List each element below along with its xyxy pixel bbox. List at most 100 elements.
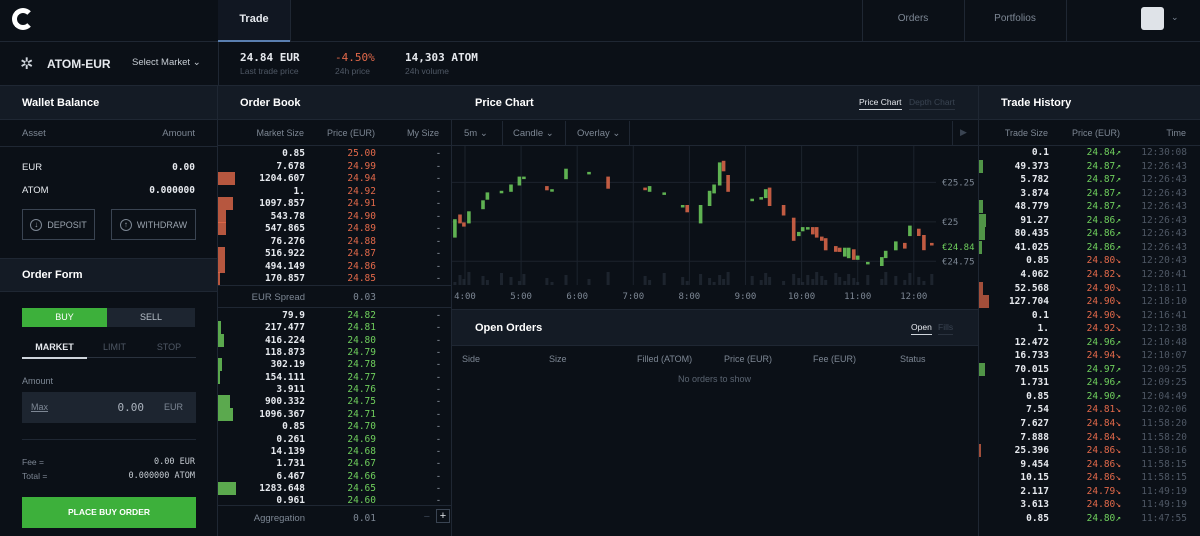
my-size: - xyxy=(436,421,440,433)
wallet-panel: Wallet Balance Asset Amount EUR 0.00 ATO… xyxy=(0,86,218,536)
sell-tab[interactable]: SELL xyxy=(107,308,195,327)
tab-limit[interactable]: LIMIT xyxy=(87,342,142,358)
aggregation-increase-button[interactable]: + xyxy=(436,509,450,523)
ask-row[interactable]: 170.857 24.85 - xyxy=(218,272,452,285)
bid-row[interactable]: 6.467 24.66 - xyxy=(218,470,452,483)
trade-history-title: Trade History xyxy=(1001,97,1072,109)
arrow-down-icon: ↘ xyxy=(1115,431,1121,443)
arrow-up-icon: ↗ xyxy=(1115,228,1121,240)
deposit-button[interactable]: ↓ DEPOSIT xyxy=(22,209,95,240)
ask-row[interactable]: 547.865 24.89 - xyxy=(218,222,452,235)
ask-row[interactable]: 1. 24.92 - xyxy=(218,185,452,198)
coinbase-logo-icon[interactable] xyxy=(12,8,34,30)
ask-row[interactable]: 7.678 24.99 - xyxy=(218,160,452,173)
chevron-down-icon: ⌄ xyxy=(192,57,201,68)
place-buy-order-button[interactable]: PLACE BUY ORDER xyxy=(22,497,196,528)
trade-row: 3.874 24.87↗ 12:26:43 xyxy=(979,187,1200,200)
tab-market[interactable]: MARKET xyxy=(22,342,87,359)
price-value: 24.86 xyxy=(1086,458,1116,470)
tab-fills[interactable]: Fills xyxy=(938,322,954,335)
bid-row[interactable]: 1283.648 24.65 - xyxy=(218,481,452,495)
trade-price: 24.90↘ xyxy=(1087,282,1121,295)
trade-size: 80.435 xyxy=(1014,228,1049,240)
trade-size: 1.731 xyxy=(1020,377,1049,389)
trade-time: 11:49:19 xyxy=(1141,499,1187,511)
arrow-up-icon: ↗ xyxy=(1115,174,1121,186)
interval-dropdown[interactable]: 5m ⌄ xyxy=(464,128,488,139)
trade-history-panel: Trade History Trade Size Price (EUR) Tim… xyxy=(978,86,1200,536)
select-market-dropdown[interactable]: Select Market ⌄ xyxy=(132,57,201,68)
candle xyxy=(866,261,870,265)
arrow-up-icon: ↗ xyxy=(1115,187,1121,199)
bid-row[interactable]: 154.111 24.77 - xyxy=(218,370,452,384)
avatar[interactable] xyxy=(1141,7,1164,30)
size-bar xyxy=(979,362,985,376)
size-bar xyxy=(979,281,984,295)
tab-open[interactable]: Open xyxy=(911,322,932,335)
max-link[interactable]: Max xyxy=(31,402,48,412)
tab-price-chart[interactable]: Price Chart xyxy=(859,97,902,110)
trade-price: 24.94↘ xyxy=(1087,349,1121,362)
trade-row: 0.85 24.80↘ 12:20:43 xyxy=(979,254,1200,267)
ask-row[interactable]: 543.78 24.90 - xyxy=(218,209,452,223)
trade-time: 11:58:15 xyxy=(1141,458,1187,470)
trade-price: 24.90↗ xyxy=(1087,390,1121,403)
nav-portfolios[interactable]: Portfolios xyxy=(964,0,1066,38)
bid-row[interactable]: 302.19 24.78 - xyxy=(218,358,452,372)
tab-trade[interactable]: Trade xyxy=(218,0,290,42)
bid-row[interactable]: 900.332 24.75 - xyxy=(218,395,452,409)
play-icon[interactable]: ▶ xyxy=(960,127,967,138)
withdraw-button[interactable]: ↑ WITHDRAW xyxy=(111,209,196,240)
bid-row[interactable]: 14.139 24.68 - xyxy=(218,445,452,458)
price: 24.82 xyxy=(347,310,376,321)
trade-size: 7.627 xyxy=(1020,418,1049,429)
trade-time: 12:26:43 xyxy=(1141,214,1187,226)
price-value: 24.86 xyxy=(1086,472,1116,484)
volume-bar xyxy=(681,277,685,285)
buy-tab[interactable]: BUY xyxy=(22,308,107,327)
ask-row[interactable]: 494.149 24.86 - xyxy=(218,259,452,273)
bid-row[interactable]: 118.873 24.79 - xyxy=(218,346,452,359)
bid-row[interactable]: 3.911 24.76 - xyxy=(218,383,452,396)
overlay-dropdown[interactable]: Overlay ⌄ xyxy=(577,128,620,139)
price: 24.86 xyxy=(347,260,376,272)
order-book-panel: Order Book Market Size Price (EUR) My Si… xyxy=(218,86,452,536)
bid-row[interactable]: 1096.367 24.71 - xyxy=(218,407,452,421)
trade-price: 24.86↗ xyxy=(1087,214,1121,227)
market-size: 1283.648 xyxy=(259,482,305,494)
tab-depth-chart[interactable]: Depth Chart xyxy=(909,97,955,110)
x-tick-label: 6:00 xyxy=(566,292,588,302)
open-orders-title: Open Orders xyxy=(475,322,543,334)
trade-price: 24.86↗ xyxy=(1087,227,1121,240)
chart-type-dropdown[interactable]: Candle ⌄ xyxy=(513,128,554,139)
ask-row[interactable]: 1204.607 24.94 - xyxy=(218,172,452,185)
y-tick-label: €24.75 xyxy=(942,257,975,267)
candle xyxy=(922,235,926,251)
bid-row[interactable]: 0.261 24.69 - xyxy=(218,433,452,446)
ask-row[interactable]: 76.276 24.88 - xyxy=(218,235,452,248)
arrow-down-icon: ↘ xyxy=(1115,350,1121,362)
bid-row[interactable]: 1.731 24.67 - xyxy=(218,457,452,470)
candle xyxy=(800,227,805,232)
bid-row[interactable]: 79.9 24.82 - xyxy=(218,309,452,322)
bid-row[interactable]: 0.85 24.70 - xyxy=(218,420,452,433)
price-value: 24.87 xyxy=(1086,187,1116,199)
arrow-up-icon: ↗ xyxy=(1115,147,1121,158)
ask-row[interactable]: 516.922 24.87 - xyxy=(218,247,452,260)
nav-orders[interactable]: Orders xyxy=(862,0,964,38)
chevron-down-icon[interactable]: ⌄ xyxy=(1171,12,1179,23)
candle xyxy=(564,168,568,180)
candlestick-chart[interactable]: 4:00 5:00 6:00 7:00 8:00 9:00 10:00 11:00 12:00 €… xyxy=(452,146,978,310)
bid-row[interactable]: 416.224 24.80 - xyxy=(218,333,452,347)
trade-row: 70.015 24.97↗ 12:09:25 xyxy=(979,362,1200,376)
my-size: - xyxy=(436,310,440,321)
bid-row[interactable]: 217.477 24.81 - xyxy=(218,321,452,335)
amount-input[interactable]: Max 0.00 EUR xyxy=(22,392,196,423)
ask-row[interactable]: 1097.857 24.91 - xyxy=(218,197,452,210)
candle xyxy=(550,189,554,192)
tab-stop[interactable]: STOP xyxy=(142,342,196,358)
ask-row[interactable]: 0.85 25.00 - xyxy=(218,147,452,160)
aggregation-decrease-button[interactable]: − xyxy=(424,511,430,523)
volume-bar xyxy=(922,281,926,285)
my-size: - xyxy=(436,347,440,359)
